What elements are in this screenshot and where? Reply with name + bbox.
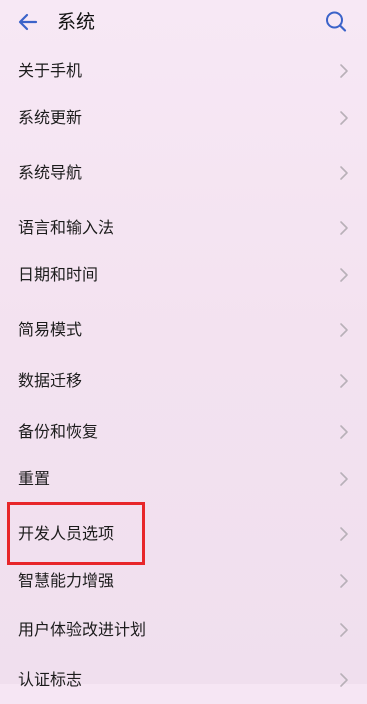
menu-item-label: 认证标志 (18, 670, 83, 689)
chevron-right-icon (339, 424, 349, 440)
app-bar: 系统 (0, 0, 367, 44)
chevron-right-icon (339, 622, 349, 638)
chevron-right-icon (339, 526, 349, 542)
menu-item-reset[interactable]: 重置 (0, 455, 367, 503)
menu-item-system-navigation[interactable]: 系统导航 (0, 149, 367, 197)
chevron-right-icon (339, 672, 349, 688)
menu-item-certification[interactable]: 认证标志 (0, 656, 367, 704)
menu-item-data-migration[interactable]: 数据迁移 (0, 357, 367, 405)
chevron-right-icon (339, 373, 349, 389)
menu-item-label: 重置 (18, 469, 51, 488)
menu-item-label: 语言和输入法 (18, 218, 115, 237)
menu-item-backup-restore[interactable]: 备份和恢复 (0, 408, 367, 456)
chevron-right-icon (339, 220, 349, 236)
search-icon[interactable] (323, 9, 349, 35)
chevron-right-icon (339, 471, 349, 487)
settings-screen: 系统 关于手机 系统更新 系统导航 语言和输入法 日期和时间 简易模式 数据迁移… (0, 0, 367, 689)
menu-item-date-time[interactable]: 日期和时间 (0, 251, 367, 299)
menu-item-simple-mode[interactable]: 简易模式 (0, 306, 367, 354)
chevron-right-icon (339, 63, 349, 79)
menu-item-label: 备份和恢复 (18, 422, 99, 441)
menu-item-user-experience[interactable]: 用户体验改进计划 (0, 606, 367, 654)
menu-item-label: 关于手机 (18, 61, 83, 80)
menu-item-label: 日期和时间 (18, 265, 99, 284)
menu-item-label: 用户体验改进计划 (18, 620, 147, 639)
back-arrow-icon[interactable] (14, 8, 42, 36)
menu-item-label: 数据迁移 (18, 371, 83, 390)
chevron-right-icon (339, 573, 349, 589)
menu-item-language-input[interactable]: 语言和输入法 (0, 204, 367, 252)
annotation-highlight-box (7, 502, 145, 565)
chevron-right-icon (339, 322, 349, 338)
menu-item-label: 简易模式 (18, 320, 83, 339)
chevron-right-icon (339, 267, 349, 283)
page-title: 系统 (57, 11, 96, 33)
chevron-right-icon (339, 165, 349, 181)
chevron-right-icon (339, 110, 349, 126)
menu-item-label: 系统更新 (18, 108, 83, 127)
menu-item-label: 智慧能力增强 (18, 571, 115, 590)
menu-item-system-update[interactable]: 系统更新 (0, 94, 367, 142)
menu-item-label: 系统导航 (18, 163, 83, 182)
menu-item-about-phone[interactable]: 关于手机 (0, 47, 367, 95)
